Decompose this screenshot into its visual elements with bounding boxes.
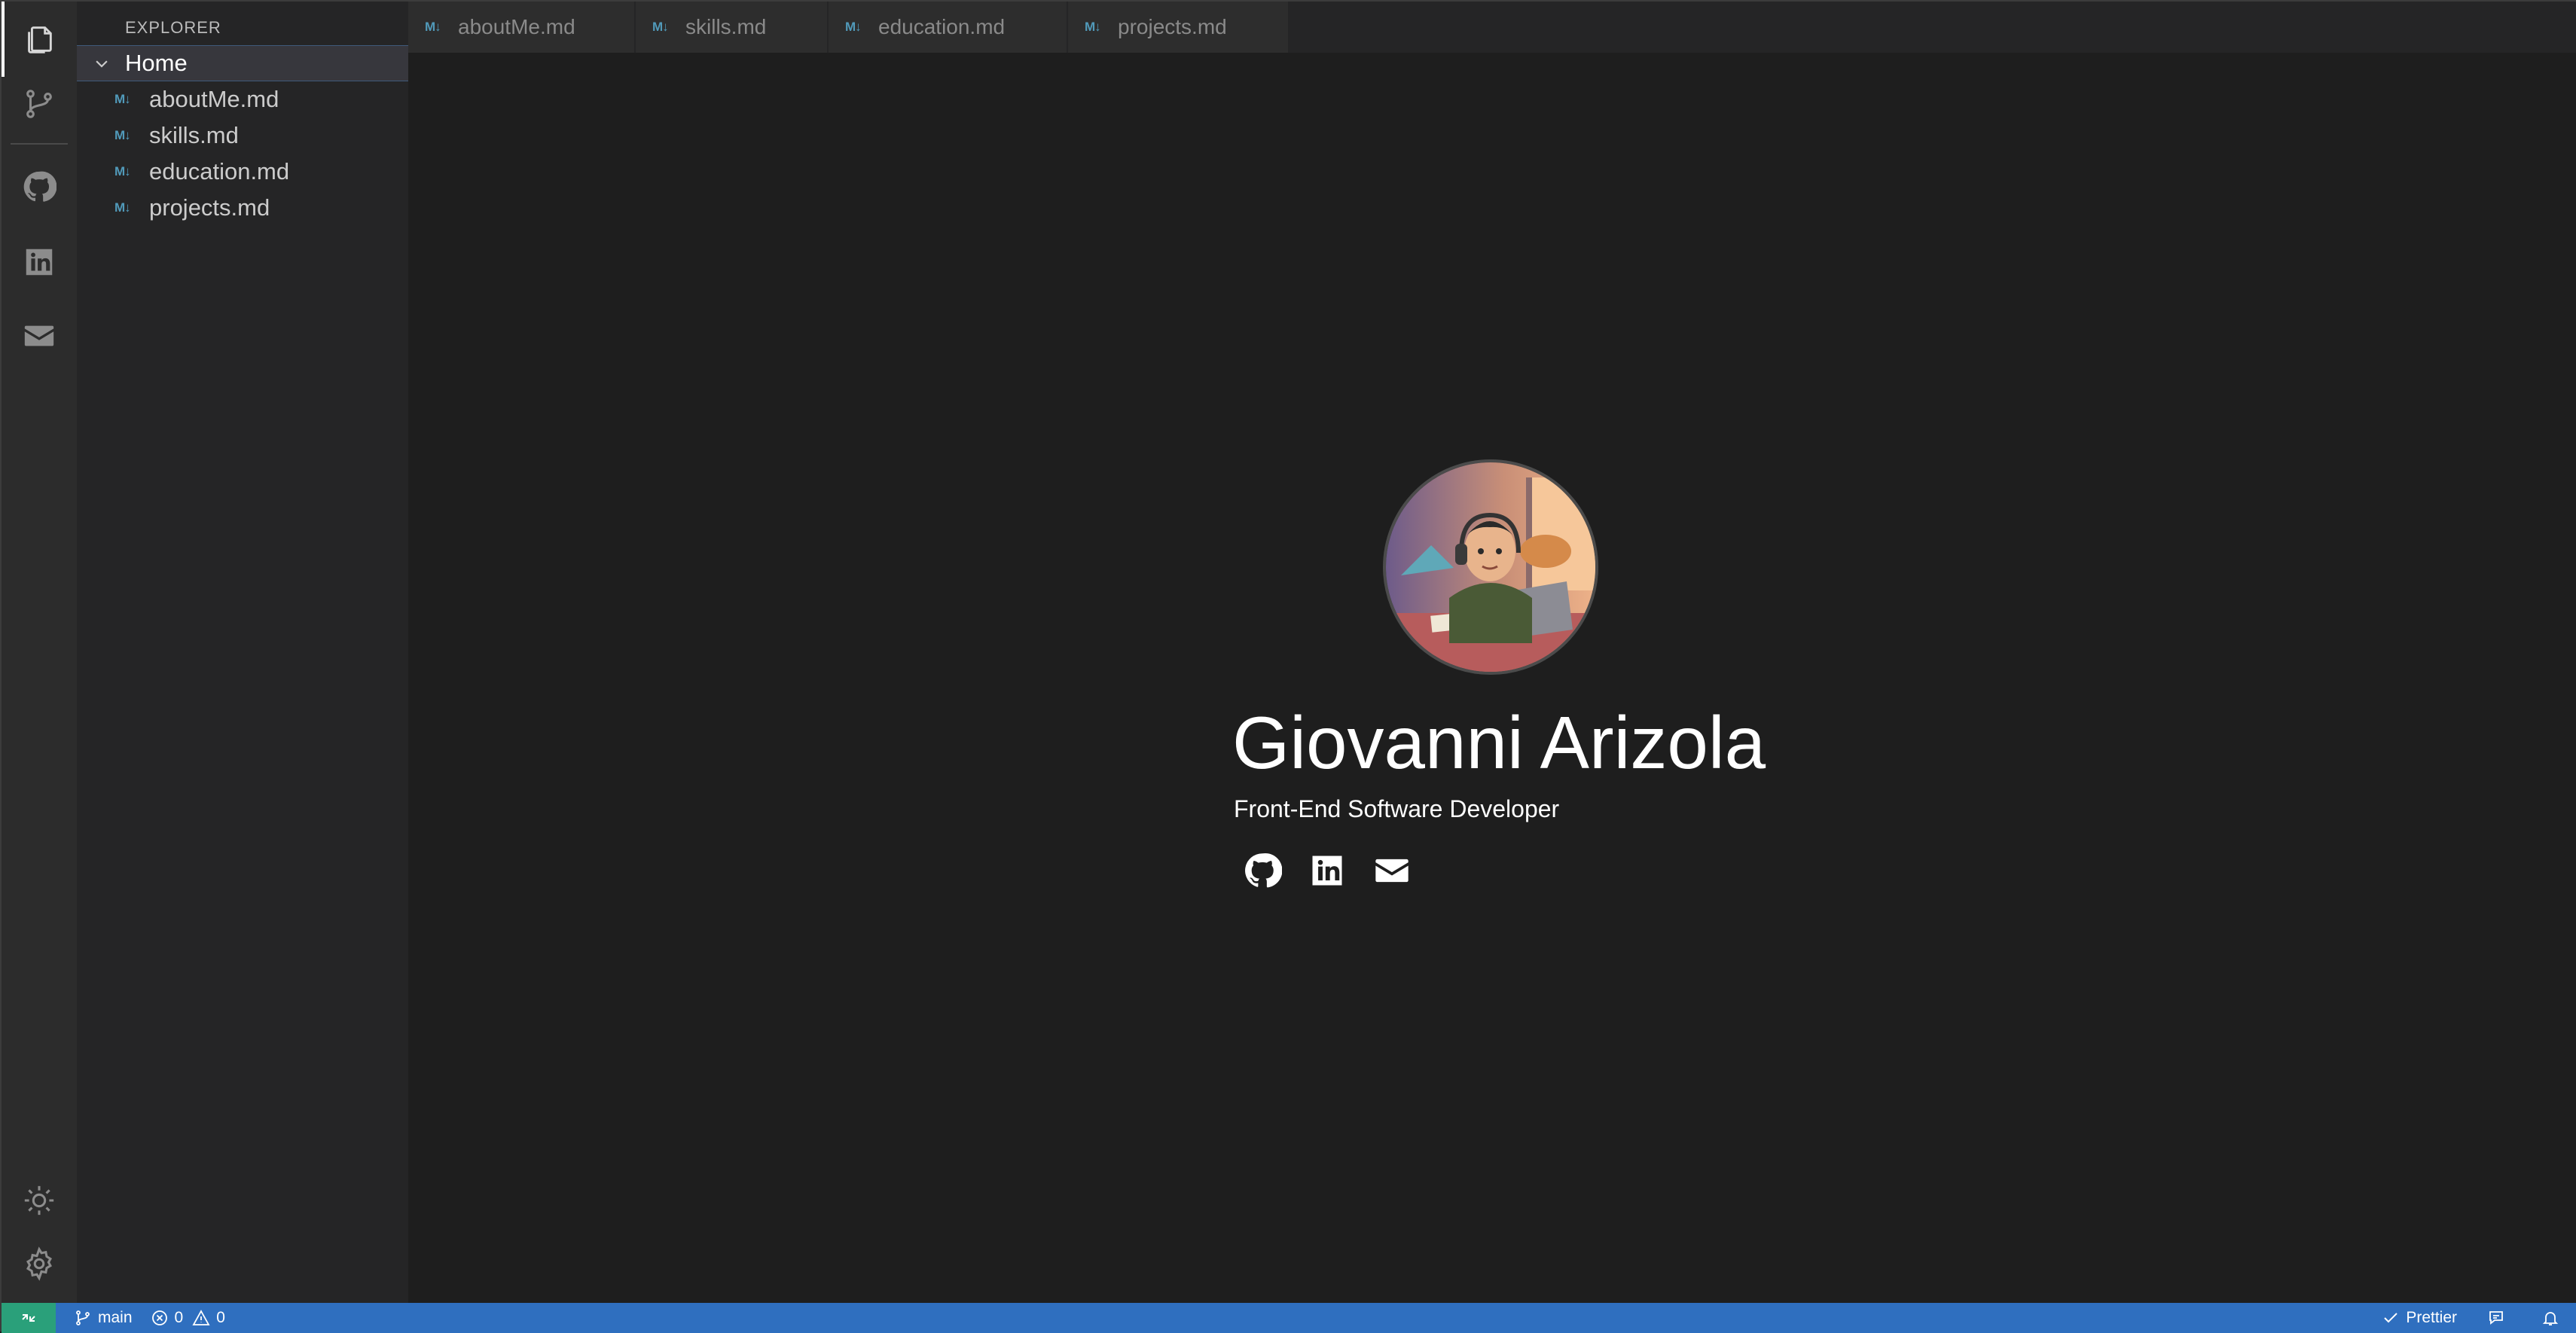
file-label: skills.md xyxy=(149,122,239,148)
activity-bar xyxy=(2,2,77,1303)
tab-label: skills.md xyxy=(685,15,767,38)
markdown-icon: M↓ xyxy=(652,20,669,34)
git-branch-icon xyxy=(76,1310,90,1325)
github-icon xyxy=(23,171,56,202)
source-control-button[interactable] xyxy=(2,66,77,142)
gear-icon xyxy=(26,1246,52,1281)
markdown-icon: M↓ xyxy=(114,128,131,142)
files-icon xyxy=(28,26,52,53)
tab-skills[interactable]: M↓ skills.md xyxy=(636,2,829,53)
app-window: EXPLORER Home M↓ aboutMe.md M↓ skills.md… xyxy=(0,0,2576,1333)
error-icon xyxy=(151,1310,167,1325)
warning-icon xyxy=(192,1310,210,1325)
linkedin-button[interactable] xyxy=(2,224,77,300)
profile-linkedin-link[interactable] xyxy=(1306,850,1348,892)
tree-folder-home[interactable]: Home xyxy=(77,45,408,81)
remote-button[interactable] xyxy=(2,1303,56,1333)
avatar xyxy=(1383,459,1598,675)
markdown-icon: M↓ xyxy=(114,164,131,178)
feedback-button[interactable] xyxy=(2487,1309,2511,1327)
profile-github-link[interactable] xyxy=(1241,850,1283,892)
tree-file-aboutme[interactable]: M↓ aboutMe.md xyxy=(77,81,408,117)
markdown-icon: M↓ xyxy=(845,20,862,34)
folder-label: Home xyxy=(125,50,188,76)
source-control-icon xyxy=(26,90,52,118)
tab-education[interactable]: M↓ education.md xyxy=(829,2,1068,53)
tree-file-education[interactable]: M↓ education.md xyxy=(77,154,408,190)
check-icon xyxy=(2384,1313,2398,1323)
file-label: aboutMe.md xyxy=(149,86,279,112)
tab-label: education.md xyxy=(878,15,1006,38)
warning-count: 0 xyxy=(216,1309,225,1326)
tree-file-projects[interactable]: M↓ projects.md xyxy=(77,190,408,226)
markdown-icon: M↓ xyxy=(425,20,441,34)
chevron-down-icon xyxy=(96,60,108,68)
linkedin-icon xyxy=(26,249,53,276)
mail-button[interactable] xyxy=(2,298,77,374)
tab-bar: M↓ aboutMe.md M↓ skills.md M↓ education.… xyxy=(408,2,2576,53)
prettier-indicator[interactable]: Prettier xyxy=(2382,1309,2457,1327)
branch-indicator[interactable]: main xyxy=(74,1309,133,1327)
file-label: projects.md xyxy=(149,194,270,221)
explorer-sidebar: EXPLORER Home M↓ aboutMe.md M↓ skills.md… xyxy=(77,2,408,1303)
formatter-label: Prettier xyxy=(2406,1309,2457,1326)
branch-name: main xyxy=(98,1309,133,1326)
editor-area xyxy=(408,53,2576,1303)
tree-file-skills[interactable]: M↓ skills.md xyxy=(77,117,408,154)
github-button[interactable] xyxy=(2,149,77,224)
feedback-icon xyxy=(2489,1311,2503,1325)
settings-button[interactable] xyxy=(2,1226,77,1301)
mail-icon xyxy=(24,325,54,346)
file-label: education.md xyxy=(149,158,290,185)
profile-mail-link[interactable] xyxy=(1371,850,1413,892)
explorer-title: EXPLORER xyxy=(125,18,221,37)
notifications-button[interactable] xyxy=(2541,1309,2565,1327)
status-bar: main 0 0 Prettier xyxy=(2,1303,2576,1333)
profile-name: Giovanni Arizola xyxy=(1232,701,1766,784)
remote-icon xyxy=(22,1314,35,1322)
problems-indicator[interactable]: 0 0 xyxy=(151,1309,225,1327)
github-icon xyxy=(1245,853,1282,888)
activity-separator xyxy=(11,143,68,145)
tab-projects[interactable]: M↓ projects.md xyxy=(1068,2,1290,53)
explorer-button[interactable] xyxy=(2,2,77,77)
profile-role: Front-End Software Developer xyxy=(1234,795,1560,822)
sun-icon xyxy=(24,1185,54,1216)
markdown-icon: M↓ xyxy=(1085,20,1101,34)
mail-icon xyxy=(1375,859,1409,883)
profile-links xyxy=(1241,850,1436,892)
markdown-icon: M↓ xyxy=(114,200,131,215)
bell-icon xyxy=(2542,1312,2559,1325)
tab-aboutme[interactable]: M↓ aboutMe.md xyxy=(408,2,636,53)
markdown-icon: M↓ xyxy=(114,92,131,106)
tab-label: projects.md xyxy=(1118,15,1227,38)
status-bar-right: Prettier xyxy=(2382,1303,2576,1333)
tab-label: aboutMe.md xyxy=(458,15,575,38)
error-count: 0 xyxy=(174,1309,184,1326)
linkedin-icon xyxy=(1312,856,1342,886)
